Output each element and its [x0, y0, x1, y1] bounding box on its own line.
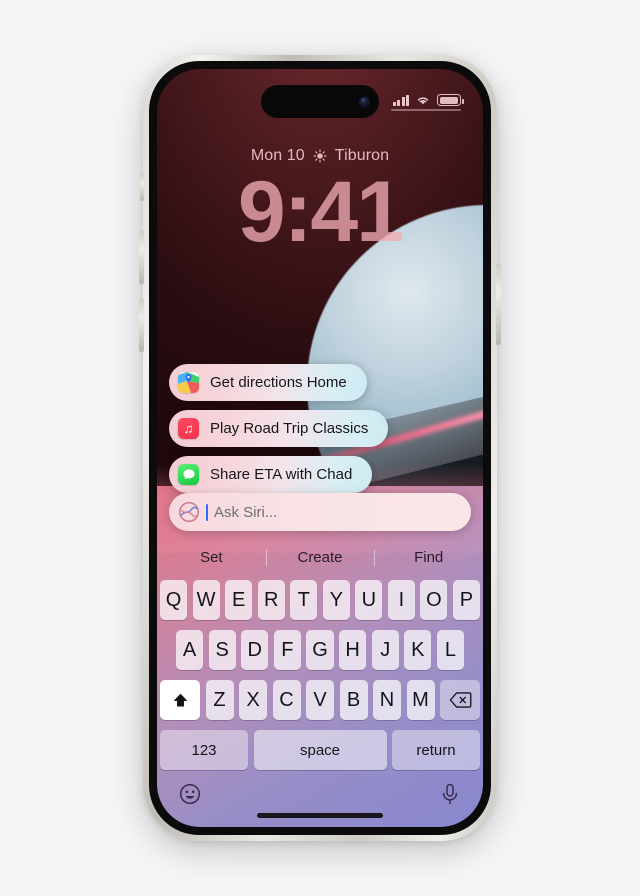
- text-cursor: [206, 503, 208, 521]
- ask-siri-placeholder: Ask Siri...: [214, 503, 278, 521]
- device-bezel: Mon 10 Tiburon 9:41 Get directions Home …: [149, 61, 491, 835]
- key-t[interactable]: T: [290, 580, 318, 620]
- music-app-icon: ♫: [178, 418, 199, 439]
- volume-up-button[interactable]: [139, 230, 144, 284]
- key-x[interactable]: X: [239, 680, 267, 720]
- key-c[interactable]: C: [272, 680, 301, 720]
- microphone-icon[interactable]: [438, 782, 462, 806]
- messages-app-icon: [178, 464, 199, 485]
- key-m[interactable]: M: [406, 680, 435, 720]
- power-button[interactable]: [496, 263, 501, 345]
- volume-down-button[interactable]: [139, 298, 144, 352]
- delete-backward-icon[interactable]: [440, 680, 480, 720]
- sun-icon: [313, 149, 327, 163]
- siri-orb-icon: [178, 501, 200, 523]
- siri-suggestion-chip[interactable]: Get directions Home: [169, 364, 367, 401]
- maps-app-icon: [178, 372, 199, 393]
- status-bar-icons: [392, 94, 464, 106]
- ask-siri-input[interactable]: Ask Siri...: [169, 493, 471, 531]
- siri-suggestion-label: Get directions Home: [210, 374, 347, 391]
- keyboard-bottom-row: [160, 778, 480, 806]
- cellular-signal-icon: [392, 94, 409, 106]
- key-b[interactable]: B: [339, 680, 368, 720]
- key-s[interactable]: S: [208, 630, 236, 670]
- key-r[interactable]: R: [257, 580, 285, 620]
- siri-suggestions-list: Get directions Home ♫ Play Road Trip Cla…: [169, 364, 471, 493]
- onscreen-keyboard: Q W E R T Y U I O P A S D F G H J K L Z …: [157, 576, 483, 827]
- key-w[interactable]: W: [192, 580, 220, 620]
- key-g[interactable]: G: [306, 630, 334, 670]
- iphone-device-frame: Mon 10 Tiburon 9:41 Get directions Home …: [139, 55, 501, 841]
- siri-suggestion-label: Play Road Trip Classics: [210, 420, 369, 437]
- key-n[interactable]: N: [373, 680, 401, 720]
- shift-up-icon[interactable]: [160, 680, 200, 720]
- keyboard-row-4: 123 space return: [160, 730, 480, 770]
- keyboard-row-1: Q W E R T Y U I O P: [160, 580, 480, 620]
- key-p[interactable]: P: [452, 580, 480, 620]
- key-h[interactable]: H: [339, 630, 367, 670]
- return-key[interactable]: return: [392, 730, 480, 770]
- emoji-smiley-icon[interactable]: [178, 782, 202, 806]
- siri-suggestion-label: Share ETA with Chad: [210, 466, 353, 483]
- keyboard-row-3: Z X C V B N M: [160, 680, 480, 720]
- prediction-item[interactable]: Create: [266, 549, 375, 566]
- siri-suggestion-chip[interactable]: ♫ Play Road Trip Classics: [169, 410, 389, 447]
- lock-screen-clock: 9:41: [237, 164, 404, 260]
- key-k[interactable]: K: [404, 630, 432, 670]
- dynamic-island[interactable]: [261, 85, 379, 118]
- key-f[interactable]: F: [273, 630, 301, 670]
- screenshot-canvas: Mon 10 Tiburon 9:41 Get directions Home …: [0, 0, 640, 896]
- key-j[interactable]: J: [371, 630, 399, 670]
- key-q[interactable]: Q: [160, 580, 188, 620]
- key-y[interactable]: Y: [322, 580, 350, 620]
- battery-icon: [437, 94, 464, 106]
- key-u[interactable]: U: [355, 580, 383, 620]
- key-d[interactable]: D: [241, 630, 269, 670]
- silent-switch-button[interactable]: [140, 173, 144, 201]
- phone-screen: Mon 10 Tiburon 9:41 Get directions Home …: [157, 69, 483, 827]
- prediction-item[interactable]: Find: [374, 549, 483, 566]
- key-e[interactable]: E: [225, 580, 253, 620]
- wifi-icon: [417, 97, 429, 105]
- key-v[interactable]: V: [306, 680, 334, 720]
- front-camera-icon: [359, 96, 370, 107]
- home-indicator[interactable]: [257, 813, 383, 818]
- numbers-key[interactable]: 123: [160, 730, 248, 770]
- predictive-text-bar: Set Create Find: [157, 539, 483, 576]
- keyboard-row-2: A S D F G H J K L: [160, 630, 480, 670]
- key-l[interactable]: L: [436, 630, 464, 670]
- prediction-item[interactable]: Set: [157, 549, 266, 566]
- key-i[interactable]: I: [387, 580, 415, 620]
- key-o[interactable]: O: [420, 580, 448, 620]
- siri-suggestion-chip[interactable]: Share ETA with Chad: [169, 456, 373, 493]
- key-a[interactable]: A: [176, 630, 204, 670]
- space-key[interactable]: space: [253, 730, 387, 770]
- key-z[interactable]: Z: [205, 680, 234, 720]
